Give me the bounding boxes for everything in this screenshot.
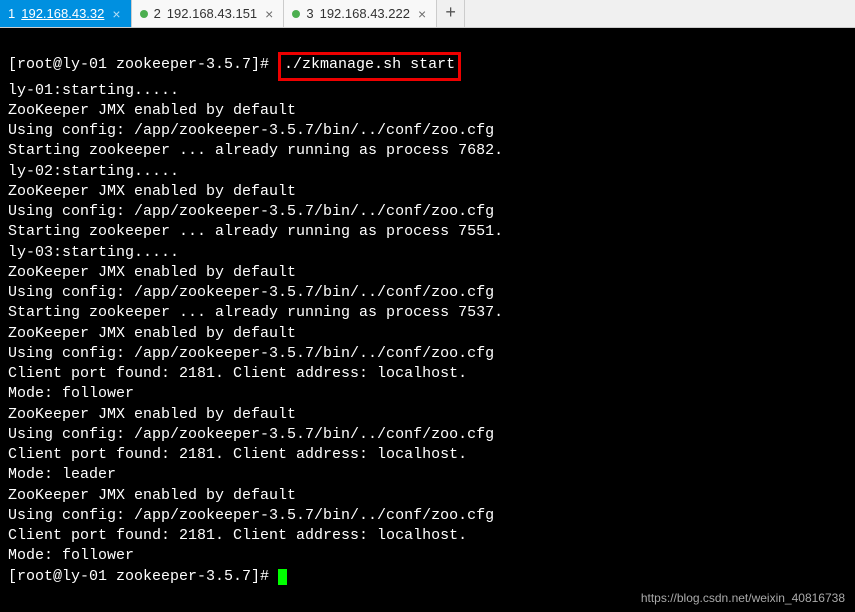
- tab-bar: 1 192.168.43.32 × 2 192.168.43.151 × 3 1…: [0, 0, 855, 28]
- tab-label: 192.168.43.222: [320, 6, 410, 21]
- output-line: ly-03:starting.....: [8, 243, 847, 263]
- prompt-text: [root@ly-01 zookeeper-3.5.7]#: [8, 56, 278, 73]
- tab-2[interactable]: 2 192.168.43.151 ×: [132, 0, 285, 27]
- output-line: Using config: /app/zookeeper-3.5.7/bin/.…: [8, 425, 847, 445]
- status-dot-icon: [140, 10, 148, 18]
- output-line: ZooKeeper JMX enabled by default: [8, 405, 847, 425]
- output-line: Client port found: 2181. Client address:…: [8, 445, 847, 465]
- output-line: Using config: /app/zookeeper-3.5.7/bin/.…: [8, 202, 847, 222]
- status-dot-icon: [292, 10, 300, 18]
- tab-index: 2: [154, 6, 161, 21]
- output-line: ZooKeeper JMX enabled by default: [8, 182, 847, 202]
- tab-label: 192.168.43.151: [167, 6, 257, 21]
- output-line: ly-02:starting.....: [8, 162, 847, 182]
- output-line: ZooKeeper JMX enabled by default: [8, 486, 847, 506]
- output-line: Starting zookeeper ... already running a…: [8, 303, 847, 323]
- prompt-line: [root@ly-01 zookeeper-3.5.7]# ./zkmanage…: [8, 54, 847, 80]
- output-line: Starting zookeeper ... already running a…: [8, 222, 847, 242]
- highlighted-command: ./zkmanage.sh start: [278, 52, 461, 80]
- close-icon[interactable]: ×: [110, 6, 122, 22]
- output-line: Starting zookeeper ... already running a…: [8, 141, 847, 161]
- output-line: Mode: follower: [8, 546, 847, 566]
- add-tab-button[interactable]: +: [437, 0, 465, 27]
- tab-index: 3: [306, 6, 313, 21]
- output-line: Using config: /app/zookeeper-3.5.7/bin/.…: [8, 121, 847, 141]
- output-line: ZooKeeper JMX enabled by default: [8, 324, 847, 344]
- prompt-text: [root@ly-01 zookeeper-3.5.7]#: [8, 568, 278, 585]
- cursor-icon: [278, 569, 287, 585]
- output-line: Mode: follower: [8, 384, 847, 404]
- output-line: Mode: leader: [8, 465, 847, 485]
- tab-index: 1: [8, 6, 15, 21]
- output-line: ZooKeeper JMX enabled by default: [8, 263, 847, 283]
- watermark: https://blog.csdn.net/weixin_40816738: [641, 590, 845, 606]
- output-line: Using config: /app/zookeeper-3.5.7/bin/.…: [8, 344, 847, 364]
- close-icon[interactable]: ×: [416, 6, 428, 22]
- close-icon[interactable]: ×: [263, 6, 275, 22]
- prompt-line: [root@ly-01 zookeeper-3.5.7]#: [8, 567, 847, 587]
- output-line: Client port found: 2181. Client address:…: [8, 364, 847, 384]
- tab-1[interactable]: 1 192.168.43.32 ×: [0, 0, 132, 27]
- tab-3[interactable]: 3 192.168.43.222 ×: [284, 0, 437, 27]
- terminal[interactable]: [root@ly-01 zookeeper-3.5.7]# ./zkmanage…: [0, 28, 855, 612]
- output-line: Using config: /app/zookeeper-3.5.7/bin/.…: [8, 506, 847, 526]
- output-line: ly-01:starting.....: [8, 81, 847, 101]
- output-line: Using config: /app/zookeeper-3.5.7/bin/.…: [8, 283, 847, 303]
- tab-label: 192.168.43.32: [21, 6, 104, 21]
- output-line: Client port found: 2181. Client address:…: [8, 526, 847, 546]
- output-line: ZooKeeper JMX enabled by default: [8, 101, 847, 121]
